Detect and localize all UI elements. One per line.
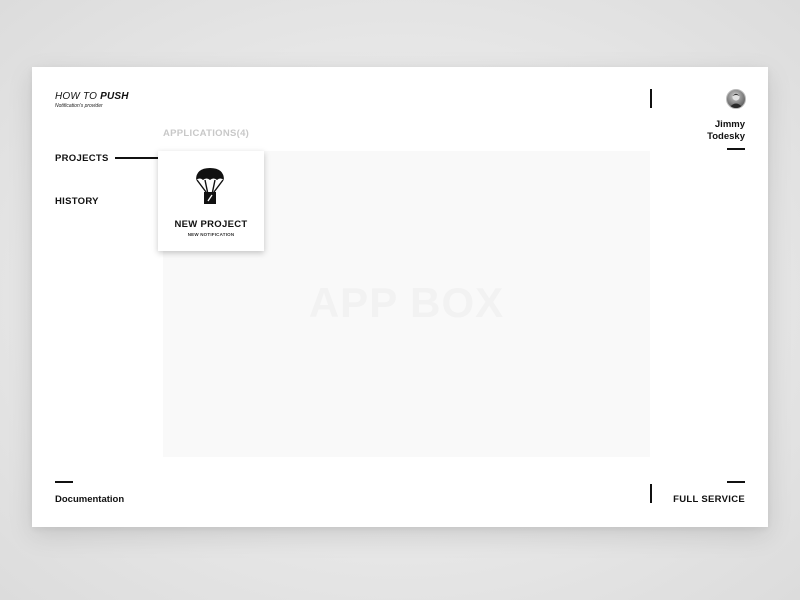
user-photo-icon	[729, 93, 743, 108]
nav-item-history[interactable]: HISTORY	[55, 196, 99, 207]
brand-title: HOW TO PUSH	[55, 91, 129, 102]
divider-top	[650, 89, 652, 108]
card-title: NEW PROJECT	[174, 219, 248, 230]
divider-bottom	[650, 484, 652, 503]
new-project-card[interactable]: NEW PROJECT NEW NOTIFICATION	[158, 151, 264, 251]
applications-label: APPLICATIONS(4)	[163, 128, 250, 139]
parachute-icon	[196, 168, 224, 204]
app-window: HOW TO PUSH Notification's provider PROJ…	[32, 67, 768, 527]
card-subtitle: NEW NOTIFICATION	[187, 232, 235, 237]
brand-title-strong: PUSH	[100, 91, 129, 102]
documentation-line	[55, 481, 73, 483]
brand-subtitle: Notification's provider	[55, 103, 103, 109]
full-service-link[interactable]: FULL SERVICE	[673, 494, 745, 505]
user-last-name: Todesky	[707, 131, 745, 142]
full-service-line	[727, 481, 745, 483]
user-underline	[727, 148, 745, 150]
brand-logo[interactable]: HOW TO PUSH Notification's provider	[55, 91, 129, 109]
brand-title-prefix: HOW TO	[55, 91, 101, 102]
user-name[interactable]: Jimmy Todesky	[685, 119, 745, 143]
documentation-link[interactable]: Documentation	[55, 494, 124, 505]
user-first-name: Jimmy	[714, 119, 745, 130]
nav-item-projects[interactable]: PROJECTS	[55, 153, 109, 164]
app-box-placeholder: APP BOX	[308, 279, 505, 326]
user-avatar[interactable]	[726, 89, 746, 109]
nav-active-indicator	[115, 157, 158, 159]
